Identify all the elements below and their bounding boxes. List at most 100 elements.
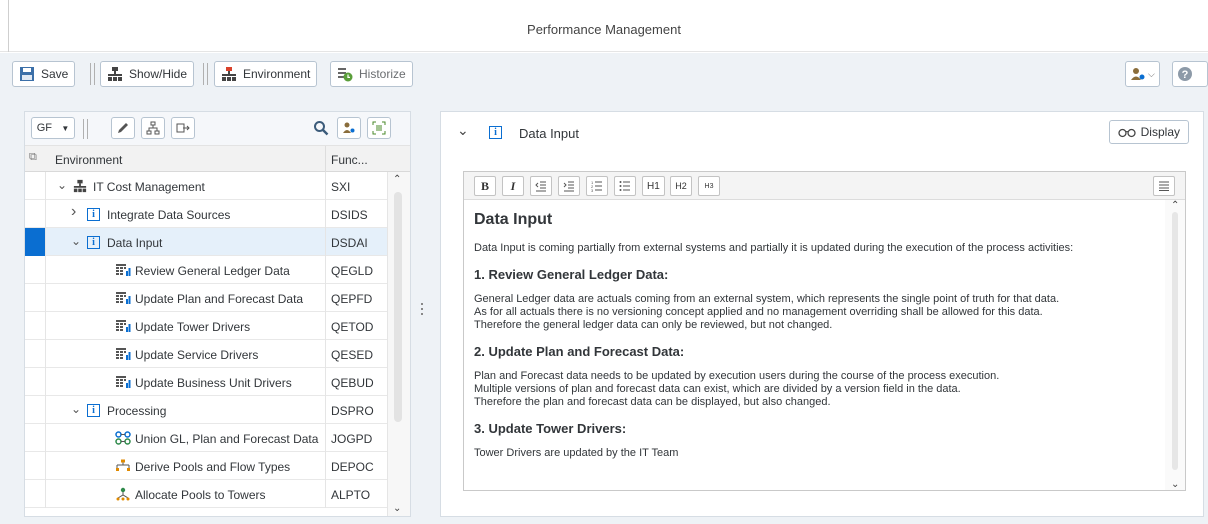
tree-row[interactable]: ⌄ i Processing DSPRO [25, 396, 410, 424]
rich-text-editor[interactable]: B I 123 H1 H2 H3 Data Input Data Input i [463, 171, 1186, 491]
tree-row-function: QESED [331, 348, 374, 362]
query-table-icon [115, 263, 131, 280]
column-header-environment[interactable]: Environment [55, 153, 122, 167]
display-button[interactable]: Display [1108, 120, 1189, 144]
row-selector[interactable] [25, 452, 45, 480]
row-selector[interactable] [25, 368, 45, 396]
scroll-up-icon[interactable]: ⌃ [393, 174, 401, 185]
user-icon [343, 122, 355, 133]
scroll-thumb[interactable] [394, 192, 402, 422]
move-icon [176, 123, 190, 133]
tree-row[interactable]: Update Plan and Forecast Data QEPFD [25, 284, 410, 312]
tree-scrollbar[interactable]: ⌃ ⌄ [387, 172, 410, 516]
chevron-down-icon[interactable]: ⌄ [71, 234, 81, 248]
cell-divider [45, 368, 46, 396]
tree-row[interactable]: Allocate Pools to Towers ALPTO [25, 480, 410, 508]
tree-row-function: DSIDS [331, 208, 368, 222]
search-button[interactable] [309, 117, 333, 139]
row-selector[interactable] [25, 256, 45, 284]
editor-scrollbar[interactable]: ⌃ ⌄ [1165, 200, 1185, 490]
scroll-down-icon[interactable]: ⌄ [1171, 479, 1179, 490]
indent-button[interactable] [558, 176, 580, 196]
ordered-list-button[interactable]: 123 [586, 176, 608, 196]
tree-row[interactable]: Union GL, Plan and Forecast Data JOGPD [25, 424, 410, 452]
svg-text:?: ? [1182, 69, 1189, 81]
tree-row[interactable]: Review General Ledger Data QEGLD [25, 256, 410, 284]
tree-row[interactable]: › i Integrate Data Sources DSIDS [25, 200, 410, 228]
bold-button[interactable]: B [474, 176, 496, 196]
italic-button[interactable]: I [502, 176, 524, 196]
content-heading: Data Input [474, 211, 553, 228]
editor-content[interactable]: Data Input Data Input is coming partiall… [464, 200, 1164, 490]
tree-row-label: Update Plan and Forecast Data [135, 292, 304, 306]
chevron-down-icon[interactable]: ⌄ [57, 178, 67, 192]
tree-row[interactable]: Update Tower Drivers QETOD [25, 312, 410, 340]
help-button[interactable]: ? [1172, 61, 1208, 87]
toolbar-separator [94, 63, 95, 85]
tree-row[interactable]: ⌄ IT Cost Management SXI [25, 172, 410, 200]
tree-row-function: DEPOC [331, 460, 374, 474]
unordered-list-icon [619, 181, 630, 191]
scroll-down-icon[interactable]: ⌄ [393, 503, 401, 514]
tree-row-function: QETOD [331, 320, 374, 334]
tree-toolbar: GF ▼ [25, 112, 410, 146]
tree-row[interactable]: Update Service Drivers QESED [25, 340, 410, 368]
tree-row-label: Allocate Pools to Towers [135, 488, 266, 502]
panel-splitter[interactable] [421, 303, 424, 323]
move-button[interactable] [171, 117, 195, 139]
column-divider [325, 368, 326, 396]
view-select[interactable]: GF ▼ [31, 117, 75, 139]
structure-button[interactable] [141, 117, 165, 139]
select-all-icon[interactable]: ⧉ [29, 151, 37, 164]
historize-button[interactable]: Historize [330, 61, 413, 87]
collapse-all-button[interactable] [367, 117, 391, 139]
scroll-up-icon[interactable]: ⌃ [1171, 200, 1179, 211]
row-selector[interactable] [25, 228, 45, 256]
user-filter-button[interactable] [337, 117, 361, 139]
scroll-thumb[interactable] [1172, 212, 1178, 470]
row-selector[interactable] [25, 200, 45, 228]
tree-row-label: Processing [107, 404, 167, 418]
chevron-down-icon[interactable]: ⌄ [71, 402, 81, 416]
edit-button[interactable] [111, 117, 135, 139]
row-selector[interactable] [25, 396, 45, 424]
show-hide-button[interactable]: Show/Hide [100, 61, 195, 87]
section-line: General Ledger data are actuals coming f… [474, 293, 1060, 305]
collapse-chevron-icon[interactable]: ⌄ [457, 122, 469, 139]
cell-divider [45, 452, 46, 480]
shell-header: Performance Management [0, 0, 1208, 52]
editor-menu-button[interactable] [1153, 176, 1175, 196]
tree-row-label: Review General Ledger Data [135, 264, 290, 278]
environment-button[interactable]: Environment [214, 61, 318, 87]
row-selector[interactable] [25, 172, 45, 200]
column-divider [325, 424, 326, 452]
column-header-function[interactable]: Func... [331, 153, 368, 167]
toolbar-separator [207, 63, 208, 85]
content-intro: Data Input is coming partially from exte… [474, 242, 1074, 254]
row-selector[interactable] [25, 312, 45, 340]
hierarchy-icon [108, 67, 122, 81]
row-selector[interactable] [25, 424, 45, 452]
info-icon: i [87, 235, 100, 250]
row-selector[interactable] [25, 340, 45, 368]
heading1-button[interactable]: H1 [642, 176, 665, 196]
outdent-button[interactable] [530, 176, 552, 196]
tree-row[interactable]: Derive Pools and Flow Types DEPOC [25, 452, 410, 480]
tree-row-function: QEPFD [331, 292, 373, 306]
heading2-button[interactable]: H2 [670, 176, 692, 196]
save-button[interactable]: Save [12, 61, 76, 87]
tree-row[interactable]: Update Business Unit Drivers QEBUD [25, 368, 410, 396]
chevron-right-icon[interactable]: › [71, 203, 76, 221]
user-settings-button[interactable]: ⌵ [1125, 61, 1160, 87]
cell-divider [45, 480, 46, 508]
row-selector[interactable] [25, 284, 45, 312]
ordered-list-icon: 123 [591, 180, 602, 192]
row-selector[interactable] [25, 480, 45, 508]
derive-icon [115, 459, 131, 476]
unordered-list-button[interactable] [614, 176, 636, 196]
heading3-button[interactable]: H3 [698, 176, 720, 196]
show-hide-label: Show/Hide [129, 67, 188, 81]
outdent-icon [535, 181, 546, 192]
save-label: Save [41, 67, 69, 81]
tree-row[interactable]: ⌄ i Data Input DSDAI [25, 228, 410, 256]
